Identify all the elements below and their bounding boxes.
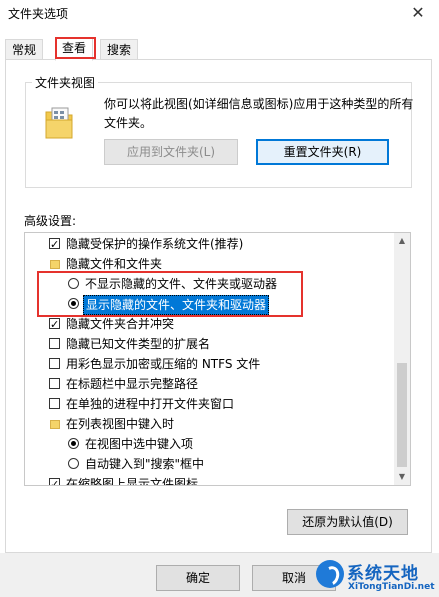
checkbox[interactable]	[49, 338, 60, 349]
list-item-label: 隐藏文件和文件夹	[66, 257, 163, 271]
radio-button[interactable]	[68, 298, 79, 309]
watermark-url: XiTongTianDi.net	[348, 582, 435, 592]
scroll-down-icon[interactable]: ▼	[394, 469, 410, 485]
advanced-settings-list[interactable]: 隐藏受保护的操作系统文件(推荐) 隐藏文件和文件夹 不显示隐藏的文件、文件夹或驱…	[24, 232, 411, 486]
list-item-label-selected: 显示隐藏的文件、文件夹和驱动器	[83, 295, 270, 315]
checkbox[interactable]	[49, 398, 60, 409]
reset-folders-button[interactable]: 重置文件夹(R)	[256, 139, 389, 165]
watermark: 系统天地 XiTongTianDi.net	[316, 558, 439, 597]
folder-views-description: 你可以将此视图(如详细信息或图标)应用于这种类型的所有文件夹。	[104, 97, 414, 130]
list-item-label: 自动键入到"搜索"框中	[85, 457, 205, 471]
vertical-scrollbar[interactable]: ▲ ▼	[394, 233, 410, 485]
checkbox[interactable]	[49, 475, 60, 485]
scroll-up-icon[interactable]: ▲	[394, 233, 410, 249]
radio-button[interactable]	[68, 278, 79, 289]
list-item-label: 在标题栏中显示完整路径	[66, 377, 199, 391]
checkbox[interactable]	[49, 235, 60, 255]
checkbox[interactable]	[49, 315, 60, 335]
tab-general[interactable]: 常规	[5, 39, 44, 60]
folder-views-title: 文件夹视图	[32, 74, 99, 91]
close-icon[interactable]: ✕	[407, 3, 429, 22]
list-item-label: 在缩略图上显示文件图标	[66, 477, 199, 486]
checkbox[interactable]	[49, 378, 60, 389]
advanced-settings-label: 高级设置:	[24, 214, 77, 228]
list-item-label: 隐藏受保护的操作系统文件(推荐)	[66, 237, 244, 251]
window-title: 文件夹选项	[8, 7, 69, 21]
radio-button[interactable]	[68, 438, 79, 449]
apply-to-folders-button[interactable]: 应用到文件夹(L)	[104, 139, 238, 165]
scrollbar-thumb[interactable]	[397, 363, 407, 467]
list-item-label: 用彩色显示加密或压缩的 NTFS 文件	[66, 357, 261, 371]
radio-button[interactable]	[68, 458, 79, 469]
list-item-label: 隐藏文件夹合并冲突	[66, 317, 175, 331]
tab-view[interactable]: 查看	[55, 37, 94, 61]
list-item-label: 在视图中选中键入项	[85, 437, 194, 451]
list-item-label: 在单独的进程中打开文件夹窗口	[66, 397, 235, 411]
title-bar: 文件夹选项 ✕	[0, 0, 439, 30]
list-item-label: 在列表视图中键入时	[66, 417, 175, 431]
folder-view-icon	[44, 106, 74, 140]
watermark-title: 系统天地	[347, 564, 419, 584]
folder-icon	[50, 420, 60, 429]
folder-icon	[50, 260, 60, 269]
ok-button[interactable]: 确定	[156, 565, 240, 591]
checkbox[interactable]	[49, 358, 60, 369]
list-item-label: 隐藏已知文件类型的扩展名	[66, 337, 211, 351]
restore-defaults-button[interactable]: 还原为默认值(D)	[287, 509, 408, 535]
watermark-logo-icon	[316, 560, 344, 588]
tab-search[interactable]: 搜索	[100, 39, 139, 60]
list-item-label: 不显示隐藏的文件、文件夹或驱动器	[85, 277, 278, 291]
